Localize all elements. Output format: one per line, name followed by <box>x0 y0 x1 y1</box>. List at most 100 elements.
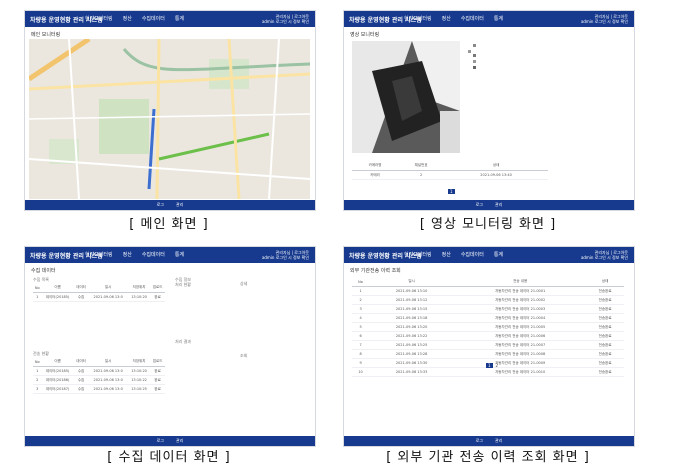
table-cell: 2021-09-06 13:22 <box>369 331 455 341</box>
page-title: 영상 모니터링 <box>350 32 380 38</box>
main-nav: 현장모니터링 정산 수집데이터 통계 <box>85 251 194 258</box>
table-cell: 자동차관리 전송 데이터 21-0003 <box>454 304 587 314</box>
table-cell: 전송완료 <box>586 322 624 332</box>
main-nav: 현장모니터링 정산 수집데이터 통계 <box>85 15 194 22</box>
nav-item-settlement[interactable]: 정산 <box>123 252 132 258</box>
app-header: 차량용 운영현황 관리 시스템 현장모니터링 정산 수집데이터 통계 관리자님 | 로… <box>25 11 315 27</box>
table-cell: 2021-09-06 13:28 <box>369 349 455 359</box>
table-cell: 9 <box>352 358 370 368</box>
table-row[interactable]: 2 2021-09-06 13:12 자동차관리 전송 데이터 21-0002 전송완… <box>352 295 624 305</box>
table-row[interactable]: 6 2021-09-06 13:22 자동차관리 전송 데이터 21-0006 전송완… <box>352 331 624 341</box>
nav-item-collect[interactable]: 수집데이터 <box>142 252 165 258</box>
user-info[interactable]: 관리자님 | 로그아웃 admin 로그인 시 정보 확인 <box>262 14 309 24</box>
table-cell: 2021-09-06 13:20 <box>369 322 455 332</box>
transfer-table: No 이름 데이터 일시 저장위치 업로드 1 데이터(20185) 수집 2021-09-06… <box>33 357 165 394</box>
table-row[interactable]: 4 2021-09-06 13:18 자동차관리 전송 데이터 21-0004 전송완… <box>352 313 624 323</box>
table-row[interactable]: 8 2021-09-06 13:28 자동차관리 전송 데이터 21-0008 전송완… <box>352 349 624 359</box>
nav-item-stats[interactable]: 통계 <box>175 16 184 22</box>
map-roads <box>29 39 310 199</box>
table-cell: 전송완료 <box>586 286 624 296</box>
nav-item-settlement[interactable]: 정산 <box>442 252 451 258</box>
table-cell: 자동차관리 전송 데이터 21-0006 <box>454 331 587 341</box>
table-cell: 3 <box>352 304 370 314</box>
table-cell: 전송완료 <box>586 367 624 377</box>
nav-item-stats[interactable]: 통계 <box>494 252 503 258</box>
table-row[interactable]: 2 데이터(20186) 수집 2021-09-06 13:0 13:10:22 완료 <box>33 375 165 385</box>
table-row[interactable]: 10 2021-09-06 13:33 자동차관리 전송 데이터 21-0010 전송… <box>352 367 624 377</box>
page-title: 수집 데이터 <box>31 268 56 274</box>
table-cell: 2021-09-06 13:25 <box>369 340 455 350</box>
caption-main: [ 메인 화면 ] <box>129 217 209 232</box>
user-info[interactable]: 관리자님 | 로그아웃 admin 로그인 시 정보 확인 <box>581 250 628 260</box>
table-cell: 2021-09-06 13:18 <box>369 313 455 323</box>
nav-item-collect[interactable]: 수집데이터 <box>142 16 165 22</box>
nav-item-monitoring[interactable]: 현장모니터링 <box>85 16 113 22</box>
page-title: 메인 모니터링 <box>31 32 61 38</box>
table-cell: 자동차관리 전송 데이터 21-0007 <box>454 340 587 350</box>
nav-item-stats[interactable]: 통계 <box>494 16 503 22</box>
user-info[interactable]: 관리자님 | 로그아웃 admin 로그인 시 정보 확인 <box>262 250 309 260</box>
app-header: 차량용 운영현황 관리 시스템 현장모니터링 정산 수집데이터 통계 관리자님 | 로… <box>344 11 634 27</box>
side-label: 수집 정보 처리 현황 <box>175 277 191 287</box>
table-cell: 전송완료 <box>586 340 624 350</box>
table-row[interactable]: 3 2021-09-06 13:15 자동차관리 전송 데이터 21-0003 전송완… <box>352 304 624 314</box>
table-cell: 4 <box>352 313 370 323</box>
app-header: 차량용 운영현황 관리 시스템 현장모니터링 정산 수집데이터 통계 관리자님 | 로… <box>25 247 315 263</box>
table-cell: 1 <box>352 286 370 296</box>
video-monitoring-panel: 차량용 운영현황 관리 시스템 현장모니터링 정산 수집데이터 통계 관리자님 | 로… <box>343 10 635 211</box>
table-cell: 자동차관리 전송 데이터 21-0004 <box>454 313 587 323</box>
table-row[interactable]: 카메라 2 2021-09-06 13:40 <box>352 170 548 180</box>
table-cell: 2021-09-06 13:33 <box>369 367 455 377</box>
table-cell: 자동차관리 전송 데이터 21-0010 <box>454 367 587 377</box>
nav-item-monitoring[interactable]: 현장모니터링 <box>404 252 432 258</box>
table-cell: 전송완료 <box>586 295 624 305</box>
collect-data-panel: 차량용 운영현황 관리 시스템 현장모니터링 정산 수집데이터 통계 관리자님 | 로… <box>24 246 316 447</box>
page-button[interactable]: 2 <box>496 363 499 368</box>
app-footer: 로그 관리 <box>344 436 634 446</box>
loading-icon <box>468 44 476 69</box>
caption-collect: [ 수집 데이터 화면 ] <box>107 450 231 465</box>
table-row[interactable]: 5 2021-09-06 13:20 자동차관리 전송 데이터 21-0005 전송완… <box>352 322 624 332</box>
table-cell: 2 <box>352 295 370 305</box>
table-cell: 자동차관리 전송 데이터 21-0008 <box>454 349 587 359</box>
caption-external: [ 외부 기관 전송 이력 조회 화면 ] <box>386 450 590 465</box>
table-cell: 전송완료 <box>586 304 624 314</box>
table-cell: 2021-09-06 13:15 <box>369 304 455 314</box>
user-info[interactable]: 관리자님 | 로그아웃 admin 로그인 시 정보 확인 <box>581 14 628 24</box>
nav-item-settlement[interactable]: 정산 <box>442 16 451 22</box>
table-cell: 2021-09-06 13:30 <box>369 358 455 368</box>
nav-item-collect[interactable]: 수집데이터 <box>461 16 484 22</box>
table-row[interactable]: 3 데이터(20187) 수집 2021-09-06 13:0 13:10:25 완료 <box>33 384 165 394</box>
side-label: 조회 <box>240 353 248 358</box>
table-row[interactable]: 7 2021-09-06 13:25 자동차관리 전송 데이터 21-0007 전송완… <box>352 340 624 350</box>
nav-item-settlement[interactable]: 정산 <box>123 16 132 22</box>
camera-feed[interactable] <box>352 41 460 153</box>
caption-video: [ 영상 모니터링 화면 ] <box>419 217 557 232</box>
table-row[interactable]: 1 데이터(20185) 수집 2021-09-06 13:0 13:10:20 완료 <box>33 292 165 302</box>
nav-item-collect[interactable]: 수집데이터 <box>461 252 484 258</box>
main-screen-panel: 차량용 운영현황 관리 시스템 현장모니터링 정산 수집데이터 통계 관리자님 | 로… <box>24 10 316 211</box>
nav-item-monitoring[interactable]: 현장모니터링 <box>404 16 432 22</box>
map-view[interactable] <box>29 39 310 199</box>
app-footer: 로그 관리 <box>25 200 315 210</box>
table-row[interactable]: 1 2021-09-06 13:10 자동차관리 전송 데이터 21-0001 전송완… <box>352 286 624 296</box>
external-history-table: No 일시 전송 내용 상태 1 2021-09-06 13:10 자동차관리 전송 데이… <box>352 277 624 377</box>
nav-item-monitoring[interactable]: 현장모니터링 <box>85 252 113 258</box>
table-row[interactable]: 1 데이터(20185) 수집 2021-09-06 13:0 13:10:20 완료 <box>33 366 165 376</box>
table-cell: 2021-09-06 13:12 <box>369 295 455 305</box>
camera-image <box>352 41 460 153</box>
pagination: 1 2 <box>486 363 498 368</box>
table-cell: 자동차관리 전송 데이터 21-0002 <box>454 295 587 305</box>
nav-item-stats[interactable]: 통계 <box>175 252 184 258</box>
page-button[interactable]: 1 <box>448 189 455 194</box>
table-cell: 전송완료 <box>586 331 624 341</box>
table-cell: 전송완료 <box>586 358 624 368</box>
table-cell: 전송완료 <box>586 349 624 359</box>
table-cell: 자동차관리 전송 데이터 21-0005 <box>454 322 587 332</box>
main-nav: 현장모니터링 정산 수집데이터 통계 <box>404 15 513 22</box>
external-history-panel: 차량용 운영현황 관리 시스템 현장모니터링 정산 수집데이터 통계 관리자님 | 로… <box>343 246 635 447</box>
page-button[interactable]: 1 <box>486 363 493 368</box>
table-cell: 자동차관리 전송 데이터 21-0009 <box>454 358 587 368</box>
table-cell: 전송완료 <box>586 313 624 323</box>
table-cell: 10 <box>352 367 370 377</box>
